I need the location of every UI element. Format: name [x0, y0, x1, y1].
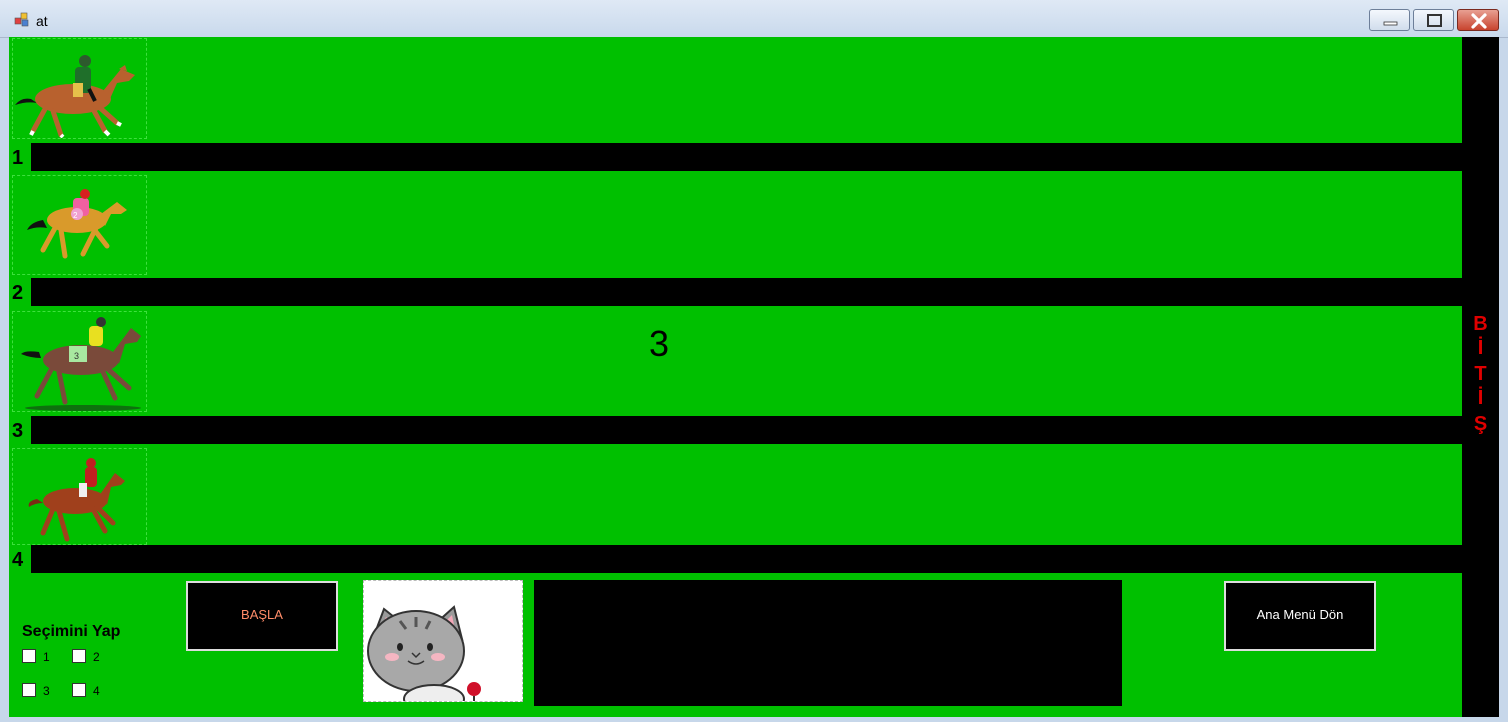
checkbox-4-label: 4	[93, 684, 100, 698]
result-panel	[534, 580, 1122, 706]
checkbox-2-label: 2	[93, 650, 100, 664]
checkbox-2[interactable]	[72, 649, 86, 663]
cat-image	[363, 580, 523, 702]
lane-separator	[9, 143, 1462, 171]
start-button[interactable]: BAŞLA	[186, 581, 338, 651]
lane-number: 3	[9, 416, 31, 444]
horse-1-image	[12, 38, 147, 139]
finish-letter: T	[1474, 363, 1487, 385]
finish-letter: B	[1473, 313, 1488, 335]
finish-letter: Ş	[1473, 413, 1488, 435]
checkbox-1-label: 1	[43, 650, 50, 664]
checkbox-3-label: 3	[43, 684, 50, 698]
maximize-button[interactable]	[1413, 9, 1454, 31]
svg-text:3: 3	[74, 351, 79, 361]
app-icon	[14, 12, 29, 27]
selection-prompt: Seçimini Yap	[22, 623, 121, 640]
minimize-button[interactable]	[1369, 9, 1410, 31]
horse-3-image: 3	[12, 311, 147, 412]
main-menu-button[interactable]: Ana Menü Dön	[1224, 581, 1376, 651]
horse-4-image	[12, 448, 147, 545]
title-bar[interactable]: at	[0, 0, 1508, 38]
minimize-icon	[1383, 21, 1398, 26]
window-title: at	[36, 13, 48, 29]
lane-number: 2	[9, 278, 31, 306]
finish-letter: İ	[1477, 387, 1484, 409]
checkbox-4[interactable]	[72, 683, 86, 697]
checkbox-3[interactable]	[22, 683, 36, 697]
lane-separator	[9, 278, 1462, 306]
countdown-label: 3	[649, 323, 670, 364]
svg-text:2: 2	[73, 211, 78, 220]
finish-letter: İ	[1477, 337, 1484, 359]
lane-number: 1	[9, 143, 31, 171]
close-button[interactable]	[1457, 9, 1499, 31]
checkbox-1[interactable]	[22, 649, 36, 663]
horse-2-image: 2	[12, 175, 147, 275]
maximize-icon	[1427, 14, 1442, 27]
lane-separator	[9, 545, 1462, 573]
lane-separator	[9, 416, 1462, 444]
finish-line: B İ T İ Ş	[1462, 37, 1499, 717]
lane-number: 4	[9, 545, 31, 573]
close-icon	[1471, 13, 1487, 29]
